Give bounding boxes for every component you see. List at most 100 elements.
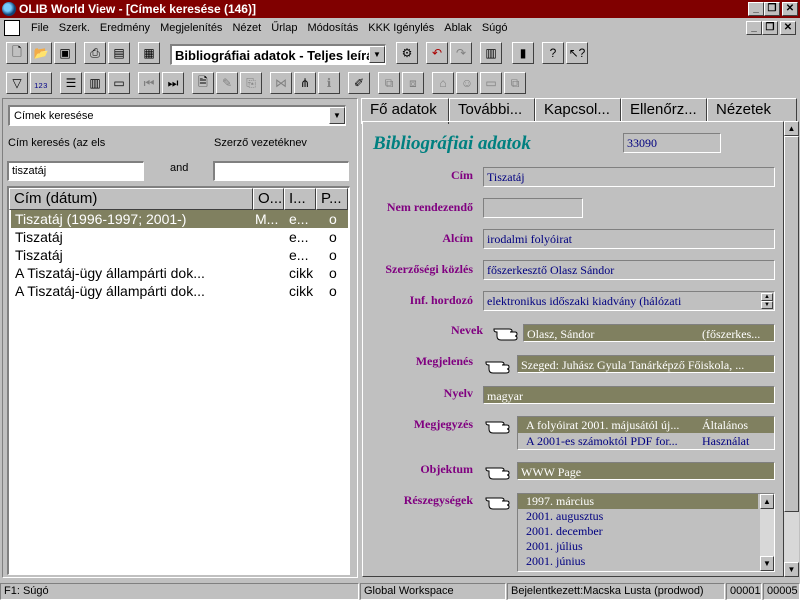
scroll-down-icon[interactable]: ▼ (784, 562, 799, 577)
pointing-hand-icon[interactable] (485, 356, 513, 374)
pointing-hand-icon[interactable] (485, 492, 513, 510)
tab-more[interactable]: További... (449, 98, 535, 122)
save-icon[interactable]: ▣ (54, 42, 76, 64)
query-icon[interactable]: ⚙ (396, 42, 418, 64)
tab-views[interactable]: Nézetek (707, 98, 797, 122)
field-szerzosegi[interactable]: főszerkesztő Olasz Sándor (483, 260, 775, 280)
notes-icon[interactable]: ✐ (348, 72, 370, 94)
undo-icon[interactable]: ↶ (426, 42, 448, 64)
tab-checks[interactable]: Ellenőrz... (621, 98, 707, 122)
column-header-i[interactable]: I... (284, 188, 316, 210)
minimize-button[interactable]: _ (748, 2, 764, 16)
table-row[interactable]: A Tiszatáj-ügy állampárti dok... cikk o (11, 264, 348, 282)
panel-scrollbar[interactable]: ▲ ▼ (784, 121, 799, 577)
document-icon[interactable] (4, 20, 20, 36)
title-search-input[interactable]: tiszatáj (7, 161, 144, 181)
menu-edit[interactable]: Szerk. (54, 22, 95, 34)
calculator-icon[interactable]: ▥ (480, 42, 502, 64)
cards-icon[interactable]: ⧉ (504, 72, 526, 94)
menu-help[interactable]: Súgó (477, 22, 513, 34)
list-item[interactable]: 2001. június (518, 554, 758, 569)
table-row[interactable]: Tiszatáj (1996-1997; 2001-) M... e... o (11, 210, 348, 228)
list-view-icon[interactable]: ☰ (60, 72, 82, 94)
next-record-icon[interactable]: ⏭ (162, 72, 184, 94)
menu-file[interactable]: File (26, 22, 54, 34)
pointing-hand-icon[interactable] (493, 323, 521, 341)
new-icon[interactable]: 🗋 (6, 42, 28, 64)
field-cim[interactable]: Tiszatáj (483, 167, 775, 187)
search-type-select[interactable]: Címek keresése ▼ (8, 105, 346, 126)
field-alcim[interactable]: irodalmi folyóirat (483, 229, 775, 249)
info-icon[interactable]: ℹ (318, 72, 340, 94)
pointing-hand-icon[interactable] (485, 416, 513, 434)
reszegysegek-list[interactable]: 1997. március 2001. augusztus 2001. dece… (517, 493, 775, 572)
merge-icon[interactable]: ⧈ (402, 72, 424, 94)
print-icon[interactable]: ⎙ (84, 42, 106, 64)
users-icon[interactable]: ☺ (456, 72, 478, 94)
menu-request[interactable]: KKK Igénylés (363, 22, 439, 34)
column-header-o[interactable]: O... (253, 188, 284, 210)
column-header-title[interactable]: Cím (dátum) (9, 188, 253, 210)
list-item[interactable]: 2001. december (518, 524, 758, 539)
menu-window[interactable]: Ablak (439, 22, 477, 34)
field-nyelv[interactable]: magyar (483, 386, 775, 404)
form-view-icon[interactable]: ▭ (108, 72, 130, 94)
help-icon[interactable]: ? (542, 42, 564, 64)
link-icon[interactable]: ⋈ (270, 72, 292, 94)
tab-links[interactable]: Kapcsol... (535, 98, 621, 122)
list-item[interactable]: A 2001-es számoktól PDF for... Használat (518, 433, 774, 449)
first-record-icon[interactable]: ⏮ (138, 72, 160, 94)
field-megjelenes[interactable]: Szeged: Juhász Gyula Tanárképző Főiskola… (517, 355, 775, 373)
redo-icon[interactable]: ↷ (450, 42, 472, 64)
open-folder-icon[interactable]: 📂 (30, 42, 52, 64)
lock-icon[interactable]: ⌂ (432, 72, 454, 94)
scroll-thumb[interactable] (784, 136, 799, 512)
spin-up-icon[interactable]: ▲ (761, 293, 773, 301)
pointing-hand-icon[interactable] (485, 462, 513, 480)
scroll-up-icon[interactable]: ▲ (760, 494, 774, 509)
menu-display[interactable]: Megjelenítés (155, 22, 227, 34)
table-row[interactable]: Tiszatáj e... o (11, 246, 348, 264)
edit-icon[interactable]: ✎ (216, 72, 238, 94)
record-type-select[interactable]: Bibliográfiai adatok - Teljes leírás ▼ (170, 44, 386, 65)
result-list[interactable]: Cím (dátum) O... I... P... Tiszatáj (199… (7, 186, 350, 575)
field-inf-hordozo[interactable]: elektronikus időszaki kiadvány (hálózati… (483, 291, 775, 311)
megjegyzes-list[interactable]: A folyóirat 2001. májusától új... Általá… (517, 416, 775, 450)
close-button[interactable]: ✕ (782, 2, 798, 16)
column-header-p[interactable]: P... (316, 188, 348, 210)
menu-view[interactable]: Nézet (227, 22, 266, 34)
table-row[interactable]: A Tiszatáj-ügy állampárti dok... cikk o (11, 282, 348, 300)
document-icon[interactable]: 🗎 (192, 72, 214, 94)
context-help-icon[interactable]: ↖? (566, 42, 588, 64)
dropdown-arrow-icon[interactable]: ▼ (369, 46, 385, 63)
maximize-button[interactable]: ❐ (764, 2, 780, 16)
sort-icon[interactable]: ₁₂₃ (30, 72, 52, 94)
menu-results[interactable]: Eredmény (95, 22, 155, 34)
child-close-button[interactable]: ✕ (780, 21, 796, 35)
card-icon[interactable]: ▭ (480, 72, 502, 94)
dropdown-arrow-icon[interactable]: ▼ (329, 107, 345, 124)
barcode-icon[interactable]: ▮ (512, 42, 534, 64)
copy-icon[interactable]: ⎘ (240, 72, 262, 94)
scroll-up-icon[interactable]: ▲ (784, 121, 799, 136)
filter-icon[interactable]: ▽ (6, 72, 28, 94)
menu-modify[interactable]: Módosítás (302, 22, 363, 34)
field-objektum[interactable]: WWW Page (517, 462, 775, 480)
menu-form[interactable]: Űrlap (266, 22, 302, 34)
list-item[interactable]: 2001. július (518, 539, 758, 554)
child-restore-button[interactable]: ❐ (762, 21, 778, 35)
list-item[interactable]: 2001. augusztus (518, 509, 758, 524)
field-nevek[interactable]: Olasz, Sándor (főszerkes... (523, 324, 775, 342)
spin-down-icon[interactable]: ▼ (761, 301, 773, 309)
form-layout-icon[interactable]: ▦ (138, 42, 160, 64)
list-item[interactable]: A folyóirat 2001. májusától új... Általá… (518, 417, 774, 433)
table-row[interactable]: Tiszatáj e... o (11, 228, 348, 246)
author-search-input[interactable] (213, 161, 349, 181)
split-view-icon[interactable]: ▥ (84, 72, 106, 94)
print-preview-icon[interactable]: ▤ (108, 42, 130, 64)
scroll-down-icon[interactable]: ▼ (760, 556, 774, 571)
field-nem-rendezendo[interactable] (483, 198, 583, 218)
list-item[interactable]: 1997. március (518, 494, 758, 509)
duplicate-icon[interactable]: ⧉ (378, 72, 400, 94)
list-scrollbar[interactable]: ▲ ▼ (760, 494, 774, 571)
